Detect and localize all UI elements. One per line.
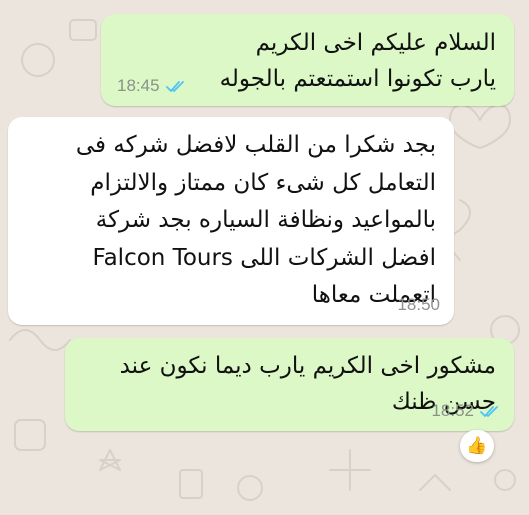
message-time: 18:52 (431, 401, 474, 420)
message-meta: 18:52 (431, 401, 502, 421)
message-bubble-outgoing[interactable]: السلام عليكم اخى الكريم يارب تكونوا استم… (101, 14, 514, 106)
message-meta: 18:50 (397, 295, 440, 315)
message-bubble-incoming[interactable]: بجد شكرا من القلب لافضل شركه فى التعامل … (8, 117, 454, 325)
message-text: السلام عليكم اخى الكريم يارب تكونوا استم… (219, 30, 496, 92)
message-time: 18:50 (397, 295, 440, 314)
message-bubble-outgoing[interactable]: مشكور اخى الكريم يارب ديما نكون عند حسن … (65, 338, 514, 431)
message-meta: 18:45 (117, 76, 188, 96)
message-time: 18:45 (117, 76, 160, 95)
message-text: بجد شكرا من القلب لافضل شركه فى التعامل … (75, 132, 436, 308)
thumbs-up-reaction[interactable]: 👍 (460, 430, 494, 462)
thumbs-up-icon: 👍 (466, 436, 488, 456)
double-check-icon (165, 80, 188, 93)
double-check-icon (480, 405, 502, 418)
